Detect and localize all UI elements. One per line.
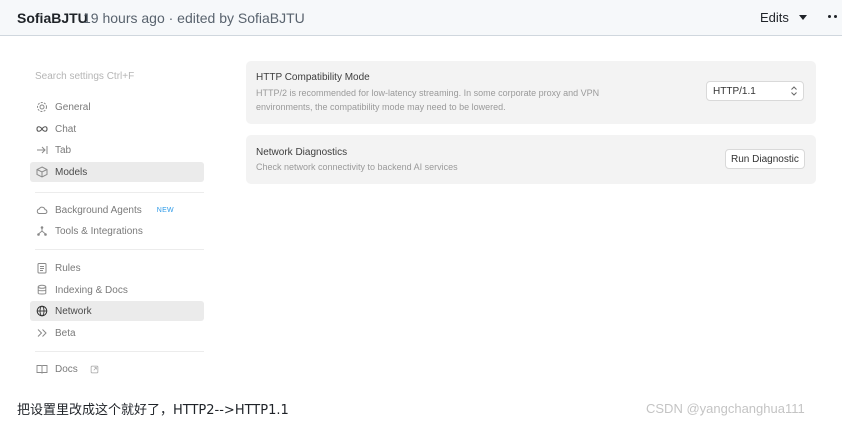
new-badge: NEW (156, 206, 174, 214)
comment-caption: 把设置里改成这个就好了，HTTP2-->HTTP1.1 (17, 403, 289, 418)
nav-item-indexing-docs[interactable]: Indexing & Docs (30, 280, 204, 300)
nav-label: Network (55, 305, 92, 317)
tab-arrow-icon (36, 144, 48, 156)
chevrons-right-icon (36, 327, 48, 339)
nav-item-docs[interactable]: Docs (30, 359, 204, 379)
nav-label: General (55, 101, 91, 113)
comment-meta: 19 hours ago · edited by SofiaBJTU (83, 10, 305, 26)
divider (35, 192, 204, 193)
nav-item-tools-integrations[interactable]: Tools & Integrations (30, 221, 204, 241)
divider (35, 351, 204, 352)
settings-panel: General Chat Tab Models Background Agent… (0, 37, 842, 389)
divider (35, 249, 204, 250)
nav-item-network[interactable]: Network (30, 301, 204, 321)
nav-label: Background Agents (55, 204, 142, 216)
nav-label: Beta (55, 327, 76, 339)
select-value: HTTP/1.1 (713, 85, 756, 97)
nav-label: Rules (55, 262, 81, 274)
infinity-icon (36, 123, 48, 135)
nav-item-general[interactable]: General (30, 97, 204, 117)
chevron-up-down-icon (790, 85, 798, 100)
csdn-watermark: CSDN @yangchanghua111 (646, 401, 805, 416)
nodes-icon (36, 225, 48, 237)
database-icon (36, 284, 48, 296)
edits-dropdown[interactable]: Edits (760, 10, 807, 25)
http-compatibility-card: HTTP Compatibility Mode HTTP/2 is recomm… (246, 61, 816, 124)
book-icon (36, 363, 48, 375)
nav-item-models[interactable]: Models (30, 162, 204, 182)
nav-label: Chat (55, 123, 77, 135)
nav-label: Indexing & Docs (55, 284, 128, 296)
nav-label: Docs (55, 363, 78, 375)
comment-author[interactable]: SofiaBJTU (17, 10, 88, 26)
nav-label: Tab (55, 144, 72, 156)
cube-icon (36, 166, 48, 178)
external-link-icon (89, 363, 101, 375)
edits-label: Edits (760, 10, 789, 25)
clipboard-icon (36, 262, 48, 274)
more-options-icon[interactable] (828, 15, 837, 18)
settings-search-input[interactable] (35, 71, 195, 82)
nav-item-beta[interactable]: Beta (30, 323, 204, 343)
gear-icon (36, 101, 48, 113)
nav-item-rules[interactable]: Rules (30, 258, 204, 278)
network-diagnostics-card: Network Diagnostics Check network connec… (246, 135, 816, 184)
card-description: environments, the compatibility mode may… (256, 102, 506, 112)
card-title: HTTP Compatibility Mode (256, 72, 370, 83)
comment-header: SofiaBJTU 19 hours ago · edited by Sofia… (0, 0, 842, 36)
nav-item-tab[interactable]: Tab (30, 140, 204, 160)
card-description: Check network connectivity to backend AI… (256, 162, 458, 172)
http-mode-select[interactable]: HTTP/1.1 (706, 81, 804, 101)
caret-down-icon (798, 15, 807, 20)
globe-icon (36, 305, 48, 317)
nav-label: Models (55, 166, 88, 178)
card-title: Network Diagnostics (256, 147, 348, 158)
card-description: HTTP/2 is recommended for low-latency st… (256, 88, 600, 98)
nav-item-background-agents[interactable]: Background Agents NEW (30, 200, 204, 220)
nav-label: Tools & Integrations (55, 225, 143, 237)
nav-item-chat[interactable]: Chat (30, 119, 204, 139)
run-diagnostic-button[interactable]: Run Diagnostic (725, 149, 805, 169)
cloud-icon (36, 204, 48, 216)
